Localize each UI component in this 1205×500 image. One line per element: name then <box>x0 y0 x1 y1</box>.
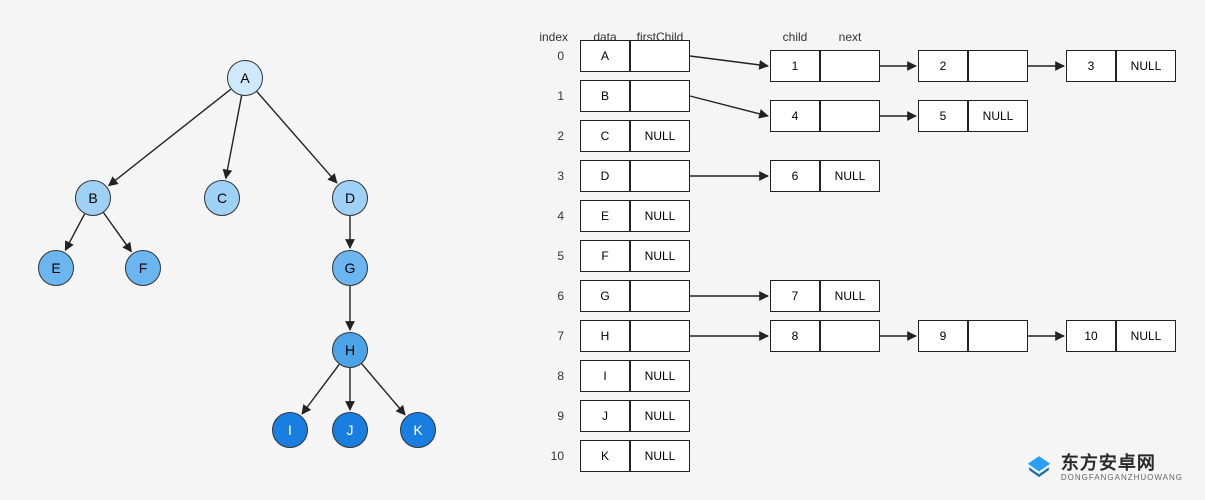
next-cell: NULL <box>1116 320 1176 352</box>
next-cell <box>820 100 880 132</box>
data-cell: H <box>580 320 630 352</box>
firstchild-cell: NULL <box>630 360 690 392</box>
firstchild-cell: NULL <box>630 400 690 432</box>
watermark-title: 东方安卓网 <box>1061 454 1183 472</box>
watermark-icon <box>1025 454 1053 482</box>
data-cell: K <box>580 440 630 472</box>
tree-node: B <box>75 180 111 216</box>
tree-node: D <box>332 180 368 216</box>
next-cell: NULL <box>820 280 880 312</box>
child-cell: 5 <box>918 100 968 132</box>
firstchild-cell: NULL <box>630 440 690 472</box>
child-cell: 10 <box>1066 320 1116 352</box>
index-label: 2 <box>528 129 564 143</box>
watermark: 东方安卓网 DONGFANGANZHUOWANG <box>1025 454 1183 482</box>
data-cell: B <box>580 80 630 112</box>
firstchild-cell <box>630 160 690 192</box>
next-cell: NULL <box>968 100 1028 132</box>
data-cell: I <box>580 360 630 392</box>
tree-node: K <box>400 412 436 448</box>
diagram-stage: ABCDEFGHIJK indexdatafirstChildchildnext… <box>0 0 1205 500</box>
child-cell: 8 <box>770 320 820 352</box>
data-cell: J <box>580 400 630 432</box>
child-cell: 1 <box>770 50 820 82</box>
tree-node: H <box>332 332 368 368</box>
header-label: child <box>770 30 820 44</box>
tree-panel: A B C D E F G H IJK <box>0 0 520 500</box>
data-cell: A <box>580 40 630 72</box>
next-cell <box>820 50 880 82</box>
tree-node: I <box>272 412 308 448</box>
firstchild-cell <box>630 40 690 72</box>
firstchild-cell <box>630 280 690 312</box>
data-cell: C <box>580 120 630 152</box>
firstchild-cell: NULL <box>630 120 690 152</box>
index-label: 6 <box>528 289 564 303</box>
child-cell: 9 <box>918 320 968 352</box>
index-label: 7 <box>528 329 564 343</box>
firstchild-cell <box>630 80 690 112</box>
tree-node: E <box>38 250 74 286</box>
tree-node: F <box>125 250 161 286</box>
header-label: next <box>820 30 880 44</box>
data-cell: D <box>580 160 630 192</box>
tree-node: C <box>204 180 240 216</box>
next-cell <box>968 50 1028 82</box>
next-cell <box>820 320 880 352</box>
data-cell: E <box>580 200 630 232</box>
child-cell: 2 <box>918 50 968 82</box>
child-cell: 7 <box>770 280 820 312</box>
child-cell: 4 <box>770 100 820 132</box>
watermark-subtitle: DONGFANGANZHUOWANG <box>1061 474 1183 482</box>
tree-node: J <box>332 412 368 448</box>
data-cell: G <box>580 280 630 312</box>
firstchild-cell <box>630 320 690 352</box>
table-panel: indexdatafirstChildchildnext0A123NULL1B4… <box>520 0 1205 500</box>
index-label: 9 <box>528 409 564 423</box>
index-label: 0 <box>528 49 564 63</box>
child-cell: 3 <box>1066 50 1116 82</box>
index-label: 1 <box>528 89 564 103</box>
next-cell <box>968 320 1028 352</box>
next-cell: NULL <box>1116 50 1176 82</box>
header-label: index <box>528 30 568 44</box>
tree-node: A <box>227 60 263 96</box>
index-label: 5 <box>528 249 564 263</box>
tree-node: G <box>332 250 368 286</box>
index-label: 10 <box>528 449 564 463</box>
firstchild-cell: NULL <box>630 200 690 232</box>
firstchild-cell: NULL <box>630 240 690 272</box>
data-cell: F <box>580 240 630 272</box>
child-cell: 6 <box>770 160 820 192</box>
index-label: 8 <box>528 369 564 383</box>
index-label: 3 <box>528 169 564 183</box>
next-cell: NULL <box>820 160 880 192</box>
index-label: 4 <box>528 209 564 223</box>
